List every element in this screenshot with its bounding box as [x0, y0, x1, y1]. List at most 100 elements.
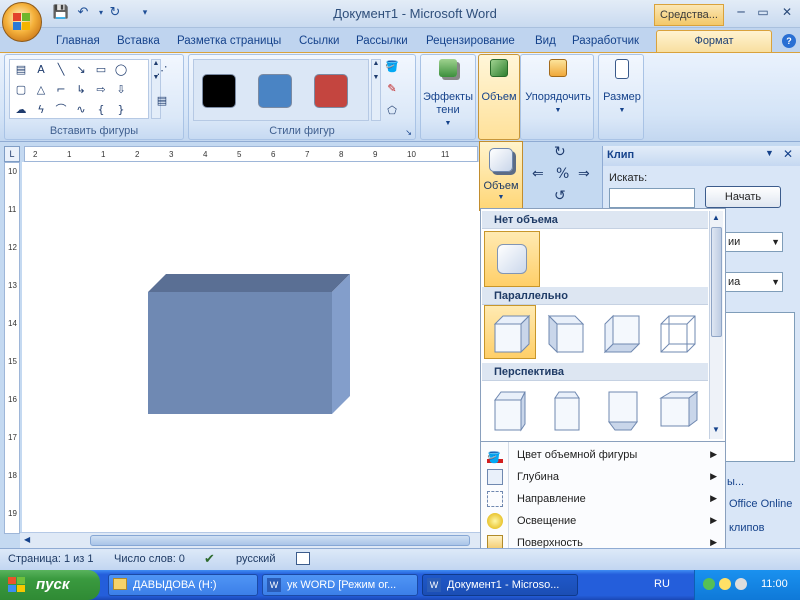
- language-indicator[interactable]: RU: [654, 578, 670, 590]
- clip-start-button[interactable]: Начать: [705, 186, 781, 208]
- parallel-option-3[interactable]: [596, 305, 648, 359]
- tab-references[interactable]: Ссылки: [299, 32, 340, 50]
- customize-qat-icon[interactable]: ▾: [136, 4, 154, 22]
- panel-close-icon[interactable]: ✕: [783, 147, 793, 161]
- change-shape-icon[interactable]: ⬠: [385, 105, 399, 117]
- tab-mailings[interactable]: Рассылки: [356, 32, 408, 50]
- scroll-left-icon[interactable]: ◀: [24, 535, 30, 544]
- rounded-rect-shape-icon[interactable]: ▢: [14, 84, 28, 96]
- menu-depth[interactable]: Глубина ▶: [481, 466, 725, 488]
- gallery-scroll-up-icon[interactable]: ▲: [712, 213, 720, 222]
- no-volume-option[interactable]: [484, 231, 540, 287]
- callout-shape-icon[interactable]: ☁: [14, 104, 28, 116]
- tilt-left-icon[interactable]: ⇐: [532, 166, 544, 182]
- clip-results-area[interactable]: [725, 312, 795, 462]
- tab-page-layout[interactable]: Разметка страницы: [177, 32, 281, 50]
- maximize-button[interactable]: ▭: [752, 3, 774, 21]
- clip-collection-select[interactable]: ии ▼: [725, 232, 783, 252]
- clip-office-online-link[interactable]: Office Online: [729, 498, 792, 510]
- arrange-button[interactable]: Упорядочить ▼: [521, 59, 595, 117]
- close-button[interactable]: ✕: [776, 3, 798, 21]
- textbox-draw-icon[interactable]: ▤: [155, 95, 169, 107]
- horizontal-ruler[interactable]: 2 1 1 2 3 4 5 6 7 8 9 10 11: [24, 146, 478, 162]
- tab-selector[interactable]: L: [4, 146, 20, 162]
- styles-gallery[interactable]: [193, 59, 369, 121]
- right-arrow-shape-icon[interactable]: ⇨: [94, 84, 108, 96]
- taskbar-item-word-compat[interactable]: Wук WORD [Режим ог...: [262, 574, 418, 596]
- minimize-button[interactable]: ─: [730, 3, 752, 21]
- parallel-option-2[interactable]: [540, 305, 592, 359]
- status-language[interactable]: русский: [236, 553, 275, 565]
- document-page[interactable]: [22, 162, 480, 534]
- left-brace-shape-icon[interactable]: {: [94, 104, 108, 116]
- vertical-ruler[interactable]: 10 11 12 13 14 15 16 17 18 19: [4, 162, 20, 534]
- menu-3d-color[interactable]: 🪣 Цвет объемной фигуры ▶: [481, 444, 725, 466]
- edit-points-icon[interactable]: ⋰: [155, 65, 169, 77]
- lightning-shape-icon[interactable]: ϟ: [34, 104, 48, 116]
- tilt-down-icon[interactable]: ↺: [554, 188, 566, 204]
- curve-shape-icon[interactable]: ∿: [74, 104, 88, 116]
- start-button[interactable]: пуск: [0, 570, 100, 600]
- tab-developer[interactable]: Разработчик: [572, 32, 639, 50]
- oval-shape-icon[interactable]: ◯: [114, 64, 128, 76]
- clip-type-select[interactable]: иа ▼: [725, 272, 783, 292]
- tab-insert[interactable]: Вставка: [117, 32, 160, 50]
- perspective-option-4[interactable]: [652, 383, 704, 437]
- help-icon[interactable]: ?: [782, 34, 796, 48]
- outline-pen-icon[interactable]: ✎: [385, 83, 399, 95]
- arc-shape-icon[interactable]: ⌒: [54, 104, 68, 116]
- tray-icon-3[interactable]: [735, 578, 747, 590]
- parallel-option-4[interactable]: [652, 305, 704, 359]
- status-page[interactable]: Страница: 1 из 1: [8, 553, 94, 565]
- tab-view[interactable]: Вид: [535, 32, 556, 50]
- shadow-effects-button[interactable]: Эффекты тени ▼: [423, 59, 473, 130]
- textbox-shape-icon[interactable]: ▤: [14, 64, 28, 76]
- macro-record-icon[interactable]: [296, 552, 310, 565]
- perspective-option-1[interactable]: [484, 383, 536, 437]
- undo-icon[interactable]: ↶: [74, 4, 92, 22]
- style-swatch-black[interactable]: [202, 74, 236, 108]
- elbow-arrow-shape-icon[interactable]: ↳: [74, 84, 88, 96]
- menu-direction[interactable]: Направление ▶: [481, 488, 725, 510]
- horizontal-scrollbar[interactable]: ◀: [20, 532, 480, 548]
- office-button[interactable]: [2, 2, 42, 42]
- tray-icon-2[interactable]: [719, 578, 731, 590]
- tilt-up-icon[interactable]: ↻: [554, 144, 566, 160]
- down-arrow-shape-icon[interactable]: ⇩: [114, 84, 128, 96]
- panel-menu-icon[interactable]: ▼: [765, 148, 774, 158]
- tab-format[interactable]: Формат: [656, 30, 772, 52]
- triangle-shape-icon[interactable]: △: [34, 84, 48, 96]
- styles-gallery-scroll[interactable]: ▲ ▼: [371, 59, 381, 121]
- fill-bucket-icon[interactable]: 🪣: [385, 61, 399, 73]
- line-shape-icon[interactable]: ╲: [54, 64, 68, 76]
- gallery-scrollbar[interactable]: ▲ ▼: [709, 211, 723, 439]
- perspective-option-3[interactable]: [596, 383, 648, 437]
- style-swatch-blue[interactable]: [258, 74, 292, 108]
- tab-home[interactable]: Главная: [56, 32, 100, 50]
- taskbar-item-folder[interactable]: ДАВЫДОВА (H:): [108, 574, 258, 596]
- gallery-scroll-thumb[interactable]: [711, 227, 722, 337]
- redo-icon[interactable]: ↻: [106, 4, 124, 22]
- parallel-option-1[interactable]: [484, 305, 536, 359]
- text-shape-icon[interactable]: A: [34, 64, 48, 76]
- rectangle-shape-icon[interactable]: ▭: [94, 64, 108, 76]
- right-brace-shape-icon[interactable]: }: [114, 104, 128, 116]
- clip-tips-link[interactable]: клипов: [729, 522, 764, 534]
- arrow-line-shape-icon[interactable]: ↘: [74, 64, 88, 76]
- scroll-thumb[interactable]: [90, 535, 470, 546]
- menu-lighting[interactable]: Освещение ▶: [481, 510, 725, 532]
- shapes-gallery[interactable]: ▤ A ╲ ↘ ▭ ◯ ▢ △ ⌐ ↳ ⇨ ⇩ ☁ ϟ ⌒ ∿ { }: [9, 59, 149, 119]
- toggle-3d-icon[interactable]: %: [556, 166, 569, 182]
- status-words[interactable]: Число слов: 0: [114, 553, 185, 565]
- 3d-box-shape[interactable]: [22, 162, 480, 534]
- tilt-right-icon[interactable]: ⇒: [578, 166, 590, 182]
- gallery-scroll-down-icon[interactable]: ▼: [712, 425, 720, 434]
- clip-search-input[interactable]: [609, 188, 695, 208]
- spellcheck-icon[interactable]: ✔: [204, 551, 215, 567]
- perspective-option-2[interactable]: [540, 383, 592, 437]
- volume-ribbon-button[interactable]: Объем: [479, 59, 519, 104]
- volume-button-open[interactable]: Объем ▼: [479, 141, 523, 211]
- style-swatch-red[interactable]: [314, 74, 348, 108]
- taskbar-item-document1[interactable]: W Документ1 - Microso...: [422, 574, 578, 596]
- elbow-connector-shape-icon[interactable]: ⌐: [54, 84, 68, 96]
